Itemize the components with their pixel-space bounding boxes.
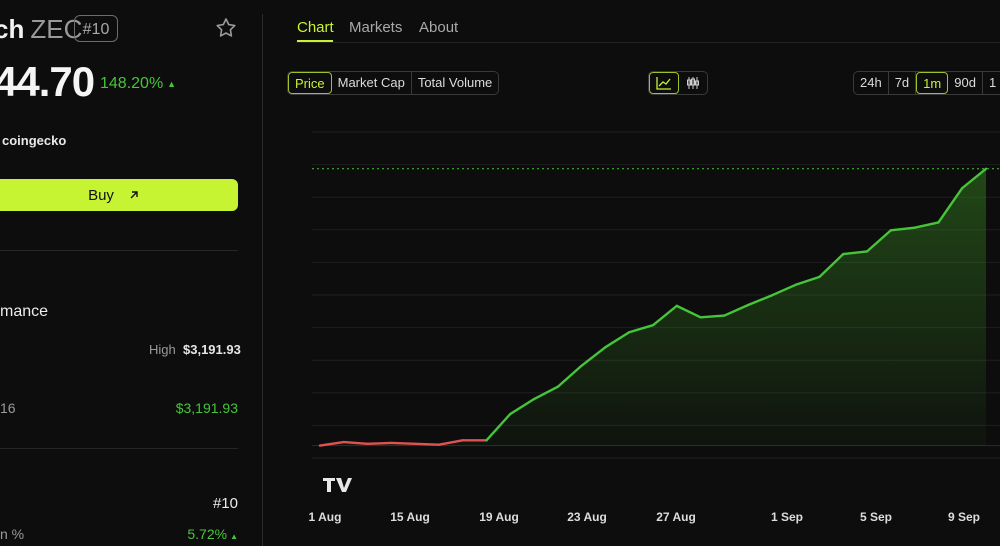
coin-title: ch ZEC xyxy=(0,14,82,45)
range-1m[interactable]: 1m xyxy=(916,72,949,94)
x-tick-label: 1 Aug xyxy=(309,510,342,524)
coin-name: ch xyxy=(0,14,25,44)
price-line-segment xyxy=(413,442,441,446)
dominance-value: 5.72% ▲ xyxy=(187,526,238,542)
range-toggle: 24h 7d 1m 90d 1 xyxy=(853,71,1000,95)
metric-market-cap[interactable]: Market Cap xyxy=(332,72,412,94)
coin-summary-panel: ch ZEC #10 44.70 148.20% ▲ coingecko Buy m… xyxy=(0,0,262,546)
candlestick-icon[interactable] xyxy=(679,72,707,94)
x-tick-label: 1 Sep xyxy=(771,510,803,524)
buy-button[interactable]: Buy xyxy=(0,179,238,211)
range-24h[interactable]: 24h xyxy=(854,72,889,94)
metric-price[interactable]: Price xyxy=(288,72,332,94)
x-tick-label: 15 Aug xyxy=(390,510,430,524)
divider xyxy=(0,448,238,449)
price-line-segment xyxy=(390,441,417,446)
range-90d[interactable]: 90d xyxy=(948,72,983,94)
stat-value: $3,191.93 xyxy=(175,400,238,416)
x-tick-label: 23 Aug xyxy=(567,510,607,524)
arrow-up-right-icon xyxy=(130,191,138,199)
up-triangle-icon: ▲ xyxy=(167,78,177,89)
range-7d[interactable]: 7d xyxy=(889,72,917,94)
stat-label: 16 xyxy=(0,400,16,416)
x-tick-label: 27 Aug xyxy=(656,510,696,524)
market-cap-rank: #10 xyxy=(212,495,238,512)
buy-label: Buy xyxy=(88,186,114,204)
chart-area xyxy=(320,168,986,446)
x-tick-label: 9 Sep xyxy=(948,510,980,524)
dominance-label: n % xyxy=(0,526,25,542)
x-tick-label: 19 Aug xyxy=(479,510,519,524)
current-price: 44.70 xyxy=(0,58,95,105)
tab-about[interactable]: About xyxy=(419,19,458,36)
chart-style-toggle xyxy=(648,71,708,95)
metric-toggle: Price Market Cap Total Volume xyxy=(287,71,500,95)
tab-markets[interactable]: Markets xyxy=(349,19,402,36)
price-change: 148.20% ▲ xyxy=(100,75,176,93)
up-triangle-icon: ▲ xyxy=(230,532,238,541)
metric-total-volume[interactable]: Total Volume xyxy=(412,72,498,94)
tradingview-logo xyxy=(323,478,352,492)
high-value: $3,191.93 xyxy=(183,342,241,357)
range-1y[interactable]: 1 xyxy=(983,72,1000,94)
price-change-value: 148.20% xyxy=(100,75,164,92)
tab-chart[interactable]: Chart xyxy=(297,19,334,36)
x-tick-label: 5 Sep xyxy=(860,510,892,524)
price-chart[interactable]: 1 Aug 15 Aug 19 Aug 23 Aug 27 Aug 1 Sep 5 Sep 9… xyxy=(296,100,1000,546)
tabs-divider xyxy=(296,42,1000,43)
performance-heading: mance xyxy=(0,303,49,320)
area-fill xyxy=(320,168,986,446)
price-line-segment xyxy=(366,441,393,446)
line-chart-icon[interactable] xyxy=(649,72,679,94)
panel-divider xyxy=(262,14,263,546)
star-icon[interactable] xyxy=(214,16,238,40)
high-label: High xyxy=(149,342,176,357)
data-source: coingecko xyxy=(2,133,67,148)
x-axis-labels: 1 Aug 15 Aug 19 Aug 23 Aug 27 Aug 1 Sep 5 Sep 9… xyxy=(309,510,980,524)
divider xyxy=(0,250,238,251)
rank-badge: #10 xyxy=(74,15,118,42)
dominance-number: 5.72% xyxy=(187,526,228,542)
